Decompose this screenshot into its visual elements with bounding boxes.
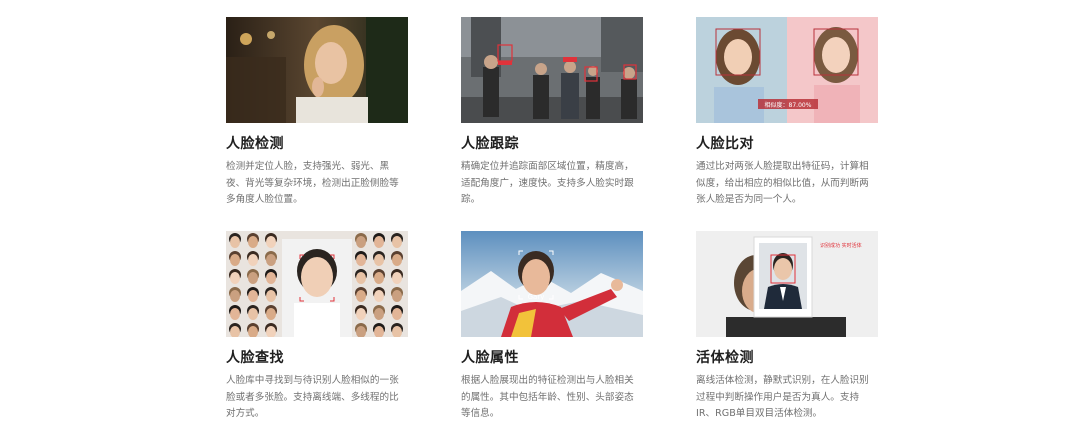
feature-title: 人脸跟踪 [461, 136, 519, 152]
feature-description: 通过比对两张人脸提取出特征码，计算相似度，给出相应的相似比值，从而判断两张人脸是… [696, 161, 869, 205]
feature-description: 人脸库中寻找到与待识别人脸相似的一张脸或者多张脸。支持离线端、多线程的比对方式。 [226, 375, 399, 419]
feature-title: 活体检测 [696, 350, 754, 366]
feature-card-face-detection: 人脸检测 检测并定位人脸，支持强光、弱光、黑夜、背光等复杂环境，检测出正脸侧脸等… [226, 17, 408, 209]
feature-description: 根据人脸展现出的特征检测出与人脸相关的属性。其中包括年龄、性别、头部姿态等信息。 [461, 375, 634, 419]
feature-grid: 人脸检测 检测并定位人脸，支持强光、弱光、黑夜、背光等复杂环境，检测出正脸侧脸等… [0, 0, 1080, 427]
feature-title: 人脸属性 [461, 350, 519, 366]
face-comparison-image: 相似度：87.00% [696, 17, 878, 123]
feature-card-liveness-detection: 识别成功 实时活体 活体检测 离线活体检测，静默式识别，在人脸识别过程中判断操作… [696, 231, 878, 423]
feature-description: 精确定位并追踪面部区域位置，精度高，适配角度广，速度快。支持多人脸实时跟踪。 [461, 161, 634, 205]
liveness-detection-image: 识别成功 实时活体 [696, 231, 878, 337]
feature-description: 离线活体检测，静默式识别，在人脸识别过程中判断操作用户是否为真人。支持IR、RG… [696, 375, 869, 419]
face-tracking-image [461, 17, 643, 123]
feature-title: 人脸比对 [696, 136, 754, 152]
feature-card-face-comparison: 相似度：87.00% 人脸比对 通过比对两张人脸提取出特征码，计算相似度，给出相… [696, 17, 878, 209]
face-search-image [226, 231, 408, 337]
feature-description: 检测并定位人脸，支持强光、弱光、黑夜、背光等复杂环境，检测出正脸侧脸等多角度人脸… [226, 161, 399, 205]
face-detection-image [226, 17, 408, 123]
attribute-name-overlay: Gary [528, 293, 545, 301]
comparison-score-overlay: 相似度：87.00% [765, 101, 812, 109]
feature-card-face-search: 人脸查找 人脸库中寻找到与待识别人脸相似的一张脸或者多张脸。支持离线端、多线程的… [226, 231, 408, 423]
feature-card-face-tracking: 人脸跟踪 精确定位并追踪面部区域位置，精度高，适配角度广，速度快。支持多人脸实时… [461, 17, 643, 209]
feature-card-face-attributes: Gary 人脸属性 根据人脸展现出的特征检测出与人脸相关的属性。其中包括年龄、性… [461, 231, 643, 423]
feature-title: 人脸查找 [226, 350, 284, 366]
feature-title: 人脸检测 [226, 136, 284, 152]
face-attributes-image: Gary [461, 231, 643, 337]
liveness-status-tag: 识别成功 实时活体 [820, 242, 862, 249]
